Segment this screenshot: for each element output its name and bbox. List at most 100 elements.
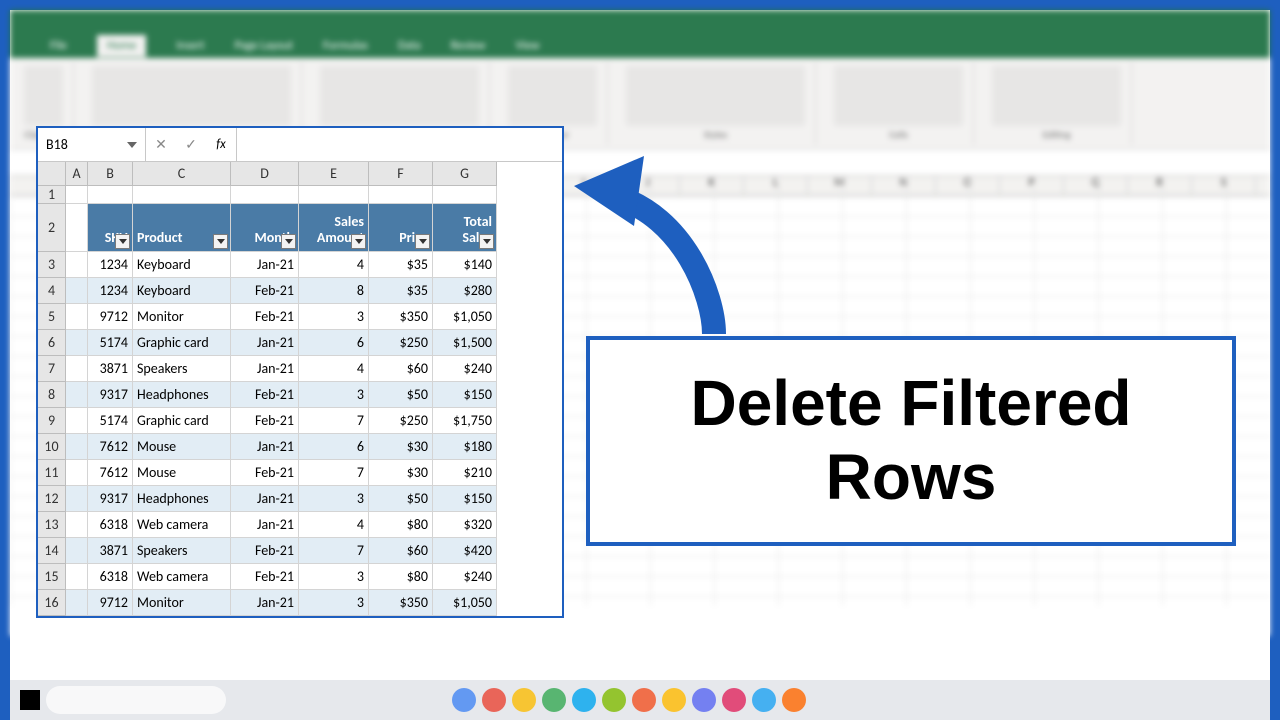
cell-sku[interactable]: 6318 — [88, 512, 133, 538]
cell-month[interactable]: Feb-21 — [231, 304, 299, 330]
cell-month[interactable]: Jan-21 — [231, 590, 299, 616]
tab-formulas[interactable]: Formulas — [323, 39, 368, 53]
cell-amount[interactable]: 3 — [299, 382, 369, 408]
table-header[interactable]: Price — [369, 204, 433, 252]
cell-sku[interactable]: 1234 — [88, 252, 133, 278]
column-header[interactable]: B — [88, 162, 133, 186]
filter-dropdown-icon[interactable] — [115, 234, 130, 249]
cell-month[interactable]: Jan-21 — [231, 512, 299, 538]
cell-sku[interactable]: 5174 — [88, 330, 133, 356]
cell[interactable] — [133, 186, 231, 204]
cell[interactable] — [66, 564, 88, 590]
cell-sku[interactable]: 1234 — [88, 278, 133, 304]
taskbar-search[interactable] — [46, 686, 226, 714]
cell-product[interactable]: Headphones — [133, 382, 231, 408]
cell-price[interactable]: $350 — [369, 304, 433, 330]
tab-pagelayout[interactable]: Page Layout — [235, 39, 293, 53]
taskbar-app-icon[interactable] — [482, 688, 506, 712]
filter-dropdown-icon[interactable] — [351, 234, 366, 249]
tab-data[interactable]: Data — [398, 39, 421, 53]
cell[interactable] — [231, 186, 299, 204]
column-header[interactable]: E — [299, 162, 369, 186]
cell-sku[interactable]: 9712 — [88, 304, 133, 330]
cell-total[interactable]: $280 — [433, 278, 497, 304]
taskbar-app-icon[interactable] — [722, 688, 746, 712]
cell-product[interactable]: Mouse — [133, 460, 231, 486]
cell-amount[interactable]: 6 — [299, 434, 369, 460]
row-header[interactable]: 15 — [38, 564, 66, 590]
tab-review[interactable]: Review — [451, 39, 486, 53]
cell[interactable] — [66, 278, 88, 304]
taskbar-app-icon[interactable] — [542, 688, 566, 712]
cell-amount[interactable]: 3 — [299, 486, 369, 512]
cell-amount[interactable]: 6 — [299, 330, 369, 356]
cell-total[interactable]: $1,050 — [433, 304, 497, 330]
taskbar-app-icon[interactable] — [632, 688, 656, 712]
cell-sku[interactable]: 7612 — [88, 460, 133, 486]
cell[interactable] — [66, 204, 88, 252]
cell[interactable] — [66, 408, 88, 434]
cell[interactable] — [66, 486, 88, 512]
cell[interactable] — [66, 512, 88, 538]
row-header[interactable]: 5 — [38, 304, 66, 330]
cell-sku[interactable]: 7612 — [88, 434, 133, 460]
cell[interactable] — [66, 460, 88, 486]
cell[interactable] — [66, 252, 88, 278]
cell-amount[interactable]: 7 — [299, 408, 369, 434]
cell-amount[interactable]: 4 — [299, 252, 369, 278]
column-header[interactable]: G — [433, 162, 497, 186]
cell-amount[interactable]: 3 — [299, 564, 369, 590]
cell[interactable] — [66, 330, 88, 356]
taskbar-app-icon[interactable] — [602, 688, 626, 712]
filter-dropdown-icon[interactable] — [281, 234, 296, 249]
cell-month[interactable]: Feb-21 — [231, 564, 299, 590]
name-box-dropdown-icon[interactable] — [123, 132, 141, 157]
cell-product[interactable]: Speakers — [133, 538, 231, 564]
taskbar-app-icon[interactable] — [692, 688, 716, 712]
cell-amount[interactable]: 4 — [299, 356, 369, 382]
table-header[interactable]: Product — [133, 204, 231, 252]
cell-product[interactable]: Speakers — [133, 356, 231, 382]
tab-home[interactable]: Home — [97, 35, 146, 57]
row-header[interactable]: 2 — [38, 204, 66, 252]
cell-month[interactable]: Feb-21 — [231, 278, 299, 304]
cell[interactable] — [369, 186, 433, 204]
select-all-corner[interactable] — [38, 162, 66, 186]
cell[interactable] — [66, 304, 88, 330]
cell[interactable] — [299, 186, 369, 204]
cell-total[interactable]: $240 — [433, 564, 497, 590]
row-header[interactable]: 13 — [38, 512, 66, 538]
cell-product[interactable]: Monitor — [133, 304, 231, 330]
cell-amount[interactable]: 8 — [299, 278, 369, 304]
table-header[interactable]: SKU — [88, 204, 133, 252]
tab-insert[interactable]: Insert — [176, 39, 204, 53]
row-header[interactable]: 1 — [38, 186, 66, 204]
row-header[interactable]: 9 — [38, 408, 66, 434]
cell-month[interactable]: Feb-21 — [231, 408, 299, 434]
cell-total[interactable]: $140 — [433, 252, 497, 278]
formula-cancel-icon[interactable]: ✕ — [146, 136, 176, 153]
cell-month[interactable]: Jan-21 — [231, 330, 299, 356]
cell-price[interactable]: $250 — [369, 408, 433, 434]
row-header[interactable]: 6 — [38, 330, 66, 356]
cell-price[interactable]: $80 — [369, 564, 433, 590]
table-header[interactable]: Total Sales — [433, 204, 497, 252]
taskbar-app-icon[interactable] — [512, 688, 536, 712]
cell-product[interactable]: Monitor — [133, 590, 231, 616]
cell-month[interactable]: Feb-21 — [231, 460, 299, 486]
cell-sku[interactable]: 6318 — [88, 564, 133, 590]
column-header[interactable]: A — [66, 162, 88, 186]
cell-amount[interactable]: 4 — [299, 512, 369, 538]
table-header[interactable]: Sales Amount — [299, 204, 369, 252]
taskbar-app-icon[interactable] — [452, 688, 476, 712]
cell-price[interactable]: $80 — [369, 512, 433, 538]
row-header[interactable]: 14 — [38, 538, 66, 564]
cell-sku[interactable]: 5174 — [88, 408, 133, 434]
cell-total[interactable]: $240 — [433, 356, 497, 382]
tab-file[interactable]: File — [50, 39, 67, 53]
filter-dropdown-icon[interactable] — [415, 234, 430, 249]
row-header[interactable]: 3 — [38, 252, 66, 278]
cell-month[interactable]: Jan-21 — [231, 486, 299, 512]
column-header[interactable]: D — [231, 162, 299, 186]
cell-total[interactable]: $1,050 — [433, 590, 497, 616]
